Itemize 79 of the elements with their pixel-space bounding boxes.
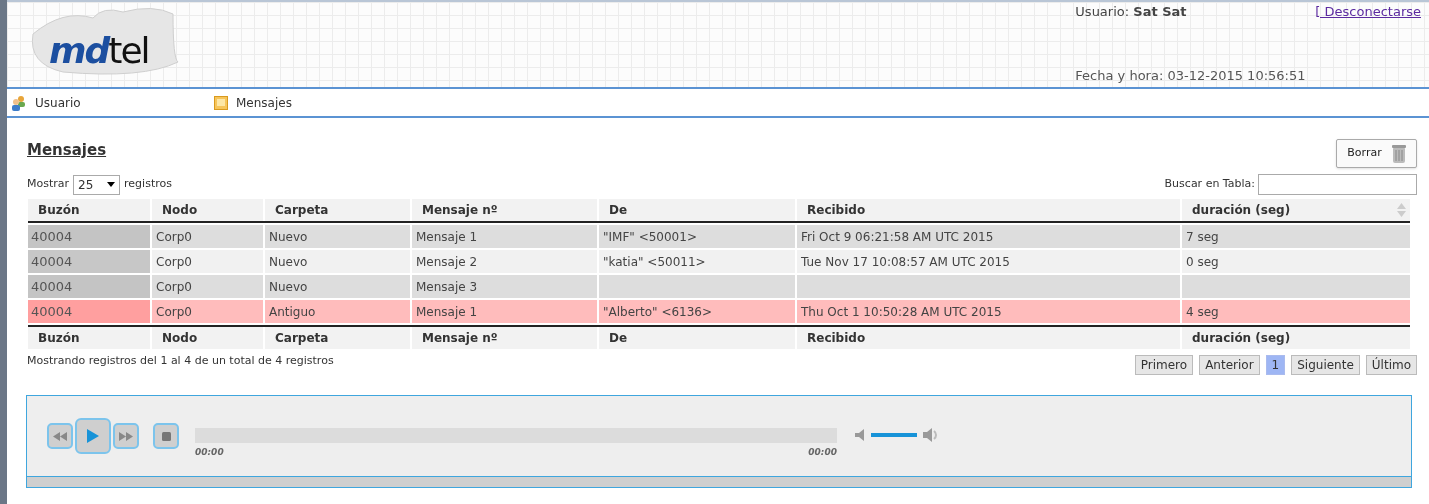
table-cell: Corp0 [152,225,263,248]
table-cell: "IMF" <50001> [599,225,795,248]
column-header[interactable]: Nodo [152,199,263,221]
trash-icon [1391,144,1406,163]
caret-icon [107,182,116,187]
column-header[interactable]: duración (seg) [1182,199,1410,221]
table-cell: Antiguo [265,300,410,323]
records-label: registros [124,176,172,193]
user-label: Usuario: Sat Sat [1075,3,1188,21]
users-icon [11,94,27,111]
column-header[interactable]: De [599,327,795,349]
records-info: Mostrando registros del 1 al 4 de un total de 4 registros [27,353,334,369]
table-cell: Corp0 [152,300,263,323]
table-cell: Nuevo [265,275,410,298]
volume-slider[interactable] [871,433,917,437]
delete-button[interactable]: Borrar [1336,139,1417,168]
logout-link[interactable]: [ Desconectarse [1315,2,1421,22]
page-button[interactable]: Siguiente [1291,355,1360,375]
table-cell: 7 seg [1182,225,1410,248]
rewind-icon [53,431,67,441]
table-cell: Mensaje 2 [412,250,597,273]
fast-forward-icon [119,431,133,441]
rewind-button[interactable] [47,423,73,449]
table-cell: Corp0 [152,275,263,298]
table-row[interactable]: 40004 Corp0 Nuevo Mensaje 1 "IMF" <50001> Fri Oct 9 06:21:58 AM UTC 2015 7 seg [28,225,1410,248]
column-header[interactable]: Carpeta [265,327,410,349]
note-icon [214,95,228,110]
column-header[interactable]: Buzón [28,199,150,221]
sort-icon [1397,203,1406,217]
table-cell: Thu Oct 1 10:50:28 AM UTC 2015 [797,300,1180,323]
page-button[interactable]: Último [1365,355,1417,375]
table-cell: 40004 [28,300,150,323]
column-header[interactable]: Mensaje nº [412,199,597,221]
mute-icon[interactable] [855,429,865,441]
current-time: 00:00 [195,446,224,460]
page-button[interactable]: Anterior [1199,355,1260,375]
table-cell: "Alberto" <6136> [599,300,795,323]
stop-button[interactable] [153,423,179,449]
column-header[interactable]: duración (seg) [1182,327,1410,349]
table-cell: Mensaje 3 [412,275,597,298]
table-cell: "katia" <50011> [599,250,795,273]
table-cell: 4 seg [1182,300,1410,323]
volume-icon[interactable] [923,428,940,442]
column-header[interactable]: Nodo [152,327,263,349]
column-header[interactable]: De [599,199,795,221]
table-cell: Fri Oct 9 06:21:58 AM UTC 2015 [797,225,1180,248]
table-cell: Nuevo [265,250,410,273]
play-button[interactable] [75,418,111,454]
page-button[interactable]: Primero [1134,355,1194,375]
page-button[interactable]: 1 [1265,355,1286,375]
search-field[interactable] [1258,174,1417,195]
column-header[interactable]: Recibido [797,327,1180,349]
search-label: Buscar en Tabla: [1164,176,1255,193]
table-cell: 40004 [28,250,150,273]
column-header[interactable]: Mensaje nº [412,327,597,349]
table-cell: Mensaje 1 [412,300,597,323]
datetime-text: Fecha y hora: 03-12-2015 10:56:51 [1075,66,1307,85]
table-cell: Mensaje 1 [412,225,597,248]
stop-icon [161,431,171,441]
table-cell: Tue Nov 17 10:08:57 AM UTC 2015 [797,250,1180,273]
table-cell: 40004 [28,225,150,248]
table-cell: 40004 [28,275,150,298]
table-row[interactable]: 40004 Corp0 Nuevo Mensaje 2 "katia" <50011> Tue Nov 17 10:08:57 AM UTC 2015 0 seg [28,250,1410,273]
duration-time: 00:00 [808,446,837,460]
table-row[interactable]: 40004 Corp0 Antiguo Mensaje 1 "Alberto" <6136> Thu Oct 1 10:50:28 AM UTC 2015 4 seg [28,300,1410,323]
page-size-select[interactable]: 25 [73,174,121,195]
column-header[interactable]: Recibido [797,199,1180,221]
table-cell: 0 seg [1182,250,1410,273]
column-header[interactable]: Buzón [28,327,150,349]
table-cell: Nuevo [265,225,410,248]
forward-button[interactable] [113,423,139,449]
nav-item[interactable]: Mensajes [210,93,413,112]
nav-item[interactable]: Usuario [7,93,210,112]
table-cell: Corp0 [152,250,263,273]
table-row[interactable]: 40004 Corp0 Nuevo Mensaje 3 [28,275,1410,298]
column-header[interactable]: Carpeta [265,199,410,221]
play-icon [87,429,99,443]
show-label: Mostrar [27,176,70,193]
page-title: Mensajes [27,140,107,161]
